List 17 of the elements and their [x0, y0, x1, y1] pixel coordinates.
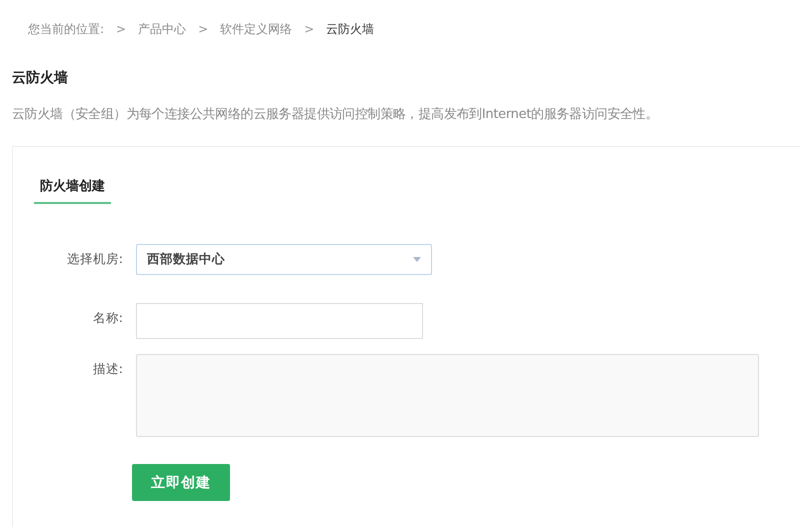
- field-label: 选择机房:: [66, 250, 123, 268]
- field-label: 名称:: [92, 309, 123, 327]
- page-description: 云防火墙（安全组）为每个连接公共网络的云服务器提供访问控制策略，提高发布到Internet的服务器访问安全性。: [12, 106, 660, 123]
- breadcrumb-separator: >: [304, 22, 314, 36]
- field-label: 描述:: [92, 360, 123, 378]
- breadcrumb-separator: >: [116, 22, 126, 36]
- breadcrumb-link[interactable]: 产品中心: [138, 20, 186, 38]
- breadcrumb-link[interactable]: 云防火墙: [326, 20, 374, 38]
- datacenter-select[interactable]: 西部数据中心: [136, 244, 432, 275]
- tab[interactable]: 防火墙创建: [34, 177, 111, 204]
- caret-icon: [413, 257, 421, 262]
- description-field[interactable]: [136, 354, 759, 437]
- breadcrumb-prefix: 您当前的位置:: [28, 20, 104, 38]
- breadcrumb-link[interactable]: 软件定义网络: [220, 20, 292, 38]
- breadcrumb-separator: >: [198, 22, 208, 36]
- name-field[interactable]: [136, 303, 423, 339]
- page-title: 云防火墙: [12, 69, 69, 87]
